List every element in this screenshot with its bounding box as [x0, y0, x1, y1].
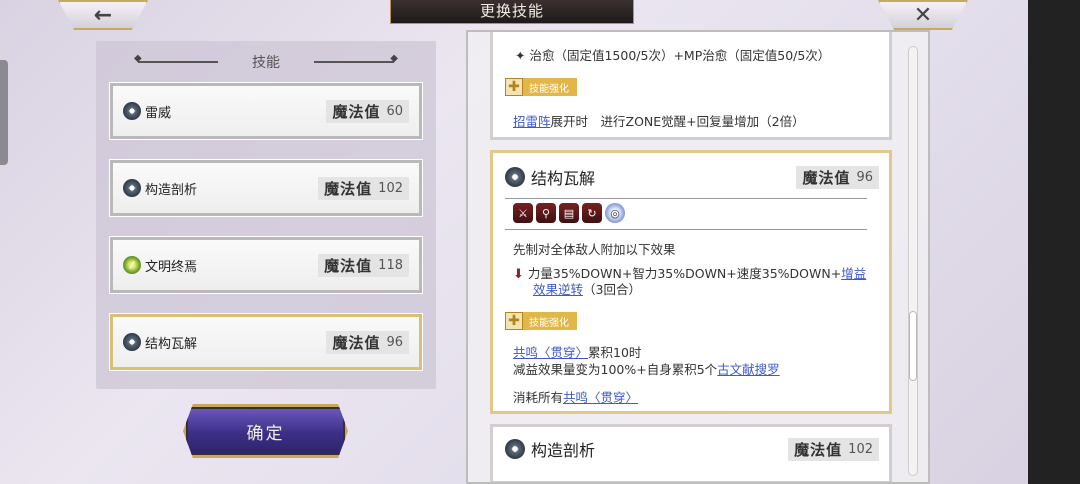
side-handle[interactable] [0, 60, 8, 165]
skill-list-panel: 技能 ✦ 雷威 魔法值60 ✦ 构造剖析 魔法值102 ⁄ 文明终焉 魔法值11… [96, 41, 436, 389]
scroll-icon[interactable]: ▤ [559, 203, 579, 223]
skill-list-header: 技能 [96, 51, 436, 73]
divider [505, 198, 867, 199]
skill-name: 雷威 [145, 105, 172, 121]
scrollbar-thumb[interactable] [909, 311, 917, 381]
skill-name: 结构瓦解 [145, 336, 198, 352]
skill-name: 文明终焉 [145, 259, 198, 275]
prev-skill-card: ✦ 治愈（固定值1500/5次）+MP治愈（固定值50/5次） ✚ 技能强化 招… [490, 32, 892, 140]
skill-header: ✦ 构造剖析 魔法值 102 [505, 437, 879, 461]
magnify-icon[interactable]: ⚲ [536, 203, 556, 223]
skill-enhance-tag: ✚ 技能强化 [505, 78, 577, 96]
back-button[interactable]: ← [58, 0, 148, 30]
link-resonance-2[interactable]: 共鸣〈贯穿〉 [563, 390, 638, 405]
confirm-button[interactable]: 确定 [183, 404, 348, 458]
effect-desc: 先制对全体敌人附加以下效果 [513, 242, 676, 257]
skill-name: 构造剖析 [145, 182, 198, 198]
skill-enhance-tag: ✚ 技能强化 [505, 312, 577, 330]
enhance-desc: 招雷阵展开时 进行ZONE觉醒+回复量增加（2倍） [513, 114, 805, 129]
debuff-line-2: 效果逆转（3回合） [533, 282, 641, 297]
link-reverse[interactable]: 效果逆转 [533, 282, 583, 297]
link-resonance[interactable]: 共鸣〈贯穿〉 [513, 345, 588, 360]
skill-title: 结构瓦解 [531, 169, 596, 188]
plus-icon: ✚ [505, 312, 523, 330]
mp-badge: 魔法值 102 [318, 176, 409, 200]
skill-slot-4[interactable]: ✦ 结构瓦解 魔法值 96 [109, 313, 423, 371]
skill-list-title: 技能 [252, 55, 280, 71]
skill-slot-3[interactable]: ⁄ 文明终焉 魔法值 118 [109, 236, 423, 294]
star-icon: ✦ [505, 167, 525, 187]
link-ancient-texts[interactable]: 古文献搜罗 [717, 362, 780, 377]
page-title: 更换技能 [390, 0, 634, 24]
sword-icon[interactable]: ⚔ [513, 203, 533, 223]
star-icon: ✦ [123, 179, 141, 197]
skill-title: 构造剖析 [531, 441, 596, 460]
skill-header: ✦ 结构瓦解 魔法值 96 [505, 165, 879, 189]
header-ornament-right [314, 53, 398, 64]
heal-line: ✦ 治愈（固定值1500/5次）+MP治愈（固定值50/5次） [515, 48, 831, 63]
orb-icon[interactable]: ◎ [605, 203, 625, 223]
scrollbar[interactable] [908, 46, 918, 476]
current-skill-card: ✦ 结构瓦解 魔法值 96 ⚔ ⚲ ▤ ↻ ◎ 先制对全体敌人附加以下效果 ⬇ 力… [490, 150, 892, 414]
leaf-icon: ⁄ [123, 256, 141, 274]
close-icon: ✕ [913, 2, 933, 28]
down-arrow-icon: ⬇ [513, 267, 524, 282]
skill-detail-panel[interactable]: ✦ 治愈（固定值1500/5次）+MP治愈（固定值50/5次） ✚ 技能强化 招… [466, 30, 930, 484]
skill-slot-2[interactable]: ✦ 构造剖析 魔法值 102 [109, 159, 423, 217]
mp-badge: 魔法值 96 [796, 165, 879, 189]
screen-edge [1028, 0, 1080, 484]
star-icon: ✦ [123, 333, 141, 351]
mp-badge: 魔法值 96 [326, 330, 409, 354]
reduce-line: 减益效果量变为100%+自身累积5个古文献搜罗 [513, 362, 780, 377]
header-ornament-left [134, 53, 218, 64]
plus-icon: ✚ [505, 78, 523, 96]
link-zhaoleizhen[interactable]: 招雷阵 [513, 114, 551, 129]
consume-line: 消耗所有共鸣〈贯穿〉 [513, 390, 639, 405]
next-skill-card: ✦ 构造剖析 魔法值 102 [490, 424, 892, 482]
sparkle-icon: ✦ [515, 48, 526, 63]
close-button[interactable]: ✕ [878, 0, 968, 30]
mp-badge: 魔法值 60 [326, 99, 409, 123]
speed-icon[interactable]: ↻ [582, 203, 602, 223]
link-buff[interactable]: 增益 [841, 266, 866, 281]
star-icon: ✦ [123, 102, 141, 120]
back-arrow-icon: ← [93, 2, 113, 28]
divider [505, 229, 867, 230]
skill-slot-1[interactable]: ✦ 雷威 魔法值 60 [109, 82, 423, 140]
mp-badge: 魔法值 102 [788, 437, 879, 461]
star-icon: ✦ [505, 439, 525, 459]
effect-icon-row: ⚔ ⚲ ▤ ↻ ◎ [513, 203, 625, 223]
mp-badge: 魔法值 118 [318, 253, 409, 277]
